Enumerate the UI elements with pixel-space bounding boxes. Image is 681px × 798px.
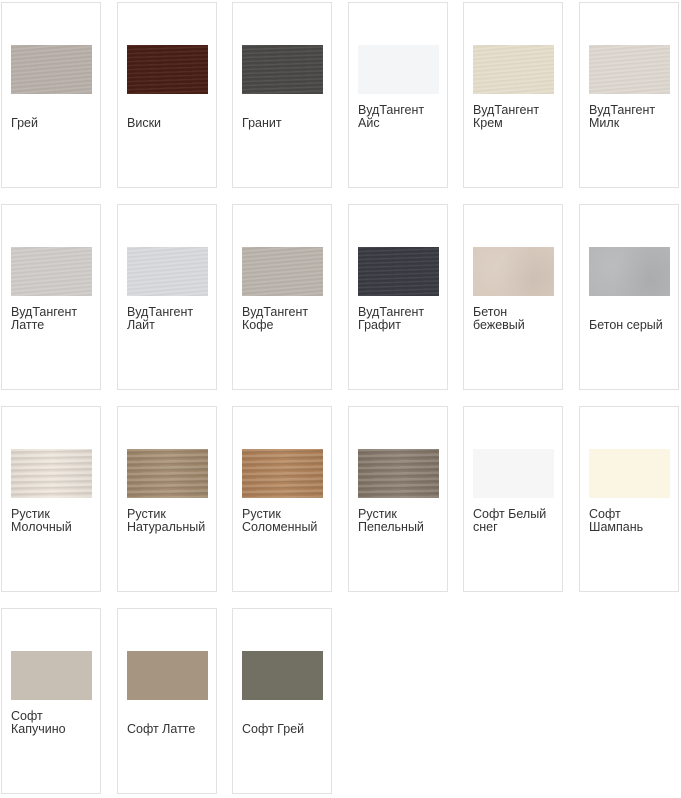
- swatch-color: [473, 247, 554, 296]
- swatch-card-рустик-соломенный[interactable]: Рустик Соломенный: [232, 406, 332, 592]
- swatch-card-рустик-пепельный[interactable]: Рустик Пепельный: [348, 406, 448, 592]
- swatch-color: [11, 247, 92, 296]
- swatch-label: ВудТангент Латте: [11, 306, 78, 332]
- swatch-label: ВудТангент Милк: [589, 104, 656, 130]
- swatch-color: [242, 45, 323, 94]
- swatch-label: Грей: [11, 117, 38, 130]
- swatch-color: [589, 45, 670, 94]
- swatch-label: Рустик Натуральный: [127, 508, 206, 534]
- swatch-label: Бетон серый: [589, 319, 663, 332]
- swatch-color: [11, 449, 92, 498]
- swatch-card-бетон-бежевый[interactable]: Бетон бежевый: [463, 204, 563, 390]
- swatch-label: Софт Латте: [127, 723, 196, 736]
- swatch-label: Бетон бежевый: [473, 306, 525, 332]
- swatch-card-вудтангент-графит[interactable]: ВудТангент Графит: [348, 204, 448, 390]
- swatch-label: ВудТангент Айс: [358, 104, 425, 130]
- swatch-label: ВудТангент Лайт: [127, 306, 194, 332]
- swatch-color: [127, 651, 208, 700]
- swatch-card-софт-грей[interactable]: Софт Грей: [232, 608, 332, 794]
- swatch-label: Софт Грей: [242, 723, 305, 736]
- swatch-card-рустик-молочный[interactable]: Рустик Молочный: [1, 406, 101, 592]
- swatch-card-вудтангент-милк[interactable]: ВудТангент Милк: [579, 2, 679, 188]
- swatch-grid: Грей Виски Гранит ВудТангент Айс ВудТангент …: [0, 0, 681, 798]
- swatch-card-гранит[interactable]: Гранит: [232, 2, 332, 188]
- swatch-card-вудтангент-кофе[interactable]: ВудТангент Кофе: [232, 204, 332, 390]
- swatch-card-бетон-серый[interactable]: Бетон серый: [579, 204, 679, 390]
- swatch-card-рустик-натуральный[interactable]: Рустик Натуральный: [117, 406, 217, 592]
- swatch-label: Рустик Пепельный: [358, 508, 424, 534]
- swatch-color: [127, 247, 208, 296]
- swatch-card-грей[interactable]: Грей: [1, 2, 101, 188]
- swatch-label: Виски: [127, 117, 162, 130]
- swatch-color: [589, 449, 670, 498]
- swatch-color: [358, 449, 439, 498]
- swatch-color: [473, 45, 554, 94]
- swatch-card-виски[interactable]: Виски: [117, 2, 217, 188]
- swatch-color: [473, 449, 554, 498]
- swatch-label: Гранит: [242, 117, 282, 130]
- swatch-card-вудтангент-латте[interactable]: ВудТангент Латте: [1, 204, 101, 390]
- swatch-card-вудтангент-крем[interactable]: ВудТангент Крем: [463, 2, 563, 188]
- swatch-card-вудтангент-лайт[interactable]: ВудТангент Лайт: [117, 204, 217, 390]
- swatch-card-софт-шампань[interactable]: Софт Шампань: [579, 406, 679, 592]
- swatch-color: [127, 449, 208, 498]
- swatch-color: [358, 45, 439, 94]
- swatch-label: ВудТангент Кофе: [242, 306, 309, 332]
- swatch-color: [358, 247, 439, 296]
- swatch-label: Софт Капучино: [11, 710, 66, 736]
- swatch-color: [242, 651, 323, 700]
- swatch-color: [11, 45, 92, 94]
- swatch-color: [589, 247, 670, 296]
- swatch-label: Софт Шампань: [589, 508, 644, 534]
- swatch-color: [11, 651, 92, 700]
- swatch-label: Софт Белый снег: [473, 508, 547, 534]
- swatch-card-софт-белый-снег[interactable]: Софт Белый снег: [463, 406, 563, 592]
- swatch-label: ВудТангент Графит: [358, 306, 425, 332]
- swatch-label: ВудТангент Крем: [473, 104, 540, 130]
- swatch-color: [242, 449, 323, 498]
- swatch-card-софт-капучино[interactable]: Софт Капучино: [1, 608, 101, 794]
- swatch-card-вудтангент-айс[interactable]: ВудТангент Айс: [348, 2, 448, 188]
- swatch-color: [127, 45, 208, 94]
- swatch-color: [242, 247, 323, 296]
- swatch-card-софт-латте[interactable]: Софт Латте: [117, 608, 217, 794]
- swatch-label: Рустик Молочный: [11, 508, 72, 534]
- swatch-label: Рустик Соломенный: [242, 508, 318, 534]
